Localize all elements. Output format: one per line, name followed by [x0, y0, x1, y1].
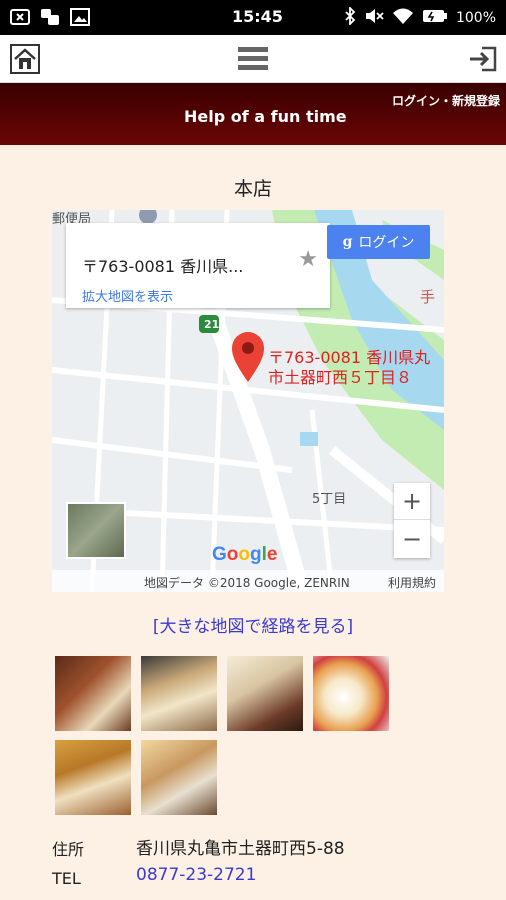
google-map[interactable]: 21 郵便局 5丁目 手 〒763-0081 香川県... 拡大地図を表示 ★ …	[52, 210, 444, 592]
top-nav	[0, 35, 506, 83]
larger-map-link[interactable]: 拡大地図を表示	[82, 286, 173, 305]
map-terms-link[interactable]: 利用規約	[388, 574, 436, 591]
wifi-icon	[392, 7, 414, 29]
pin-address-label: 〒763-0081 香川県丸 市土器町西５丁目８	[268, 348, 431, 387]
shop-exterior-photo[interactable]	[55, 656, 131, 731]
zoom-in-button[interactable]: +	[394, 483, 430, 520]
site-tagline: Help of a fun time	[184, 107, 347, 126]
map-credit: 地図データ ©2018 Google, ZENRIN	[144, 576, 350, 590]
login-arrow-icon[interactable]	[468, 44, 498, 74]
battery-icon	[422, 8, 448, 28]
map-card-address: 〒763-0081 香川県...	[82, 257, 244, 276]
shop-interior-photo[interactable]	[141, 656, 217, 731]
satellite-toggle[interactable]	[66, 502, 126, 559]
chat-icon	[40, 8, 60, 26]
route-map-link[interactable]: [大きな地図で経路を見る]	[0, 612, 506, 637]
mute-icon	[364, 7, 384, 29]
map-place-right: 手	[420, 288, 436, 306]
zoom-out-button[interactable]: −	[394, 520, 430, 557]
fruit-cake-photo[interactable]	[313, 656, 389, 731]
zoom-control: + −	[394, 483, 430, 558]
bluetooth-icon	[344, 5, 356, 29]
shop-decor-photo[interactable]	[141, 740, 217, 815]
map-footer: 地図データ ©2018 Google, ZENRIN 利用規約	[52, 570, 444, 592]
google-g-icon: g	[342, 234, 353, 250]
menu-icon[interactable]	[238, 44, 268, 74]
header-banner: ログイン・新規登録 Help of a fun time	[0, 83, 506, 145]
pastry-tray-photo[interactable]	[55, 740, 131, 815]
address-label: 住所	[52, 840, 85, 859]
close-box-icon	[10, 8, 30, 26]
battery-percent: 100%	[455, 10, 496, 26]
map-info-card: 〒763-0081 香川県... 拡大地図を表示 ★	[66, 223, 330, 308]
map-place-district: 5丁目	[312, 492, 347, 507]
status-bar: 15:45 100%	[0, 0, 506, 35]
tel-link[interactable]: 0877-23-2721	[136, 865, 256, 885]
tel-label: TEL	[52, 869, 81, 888]
clock: 15:45	[232, 7, 283, 26]
home-icon[interactable]	[10, 44, 40, 74]
star-icon[interactable]: ★	[298, 247, 318, 272]
route-marker-label: 21	[204, 318, 220, 331]
google-login-button[interactable]: g ログイン	[327, 225, 430, 259]
page-title: 本店	[233, 178, 272, 200]
display-case-photo[interactable]	[227, 656, 303, 731]
address-value: 香川県丸亀市土器町西5-88	[136, 839, 345, 859]
google-logo: Google	[212, 544, 278, 565]
image-icon	[70, 8, 90, 26]
